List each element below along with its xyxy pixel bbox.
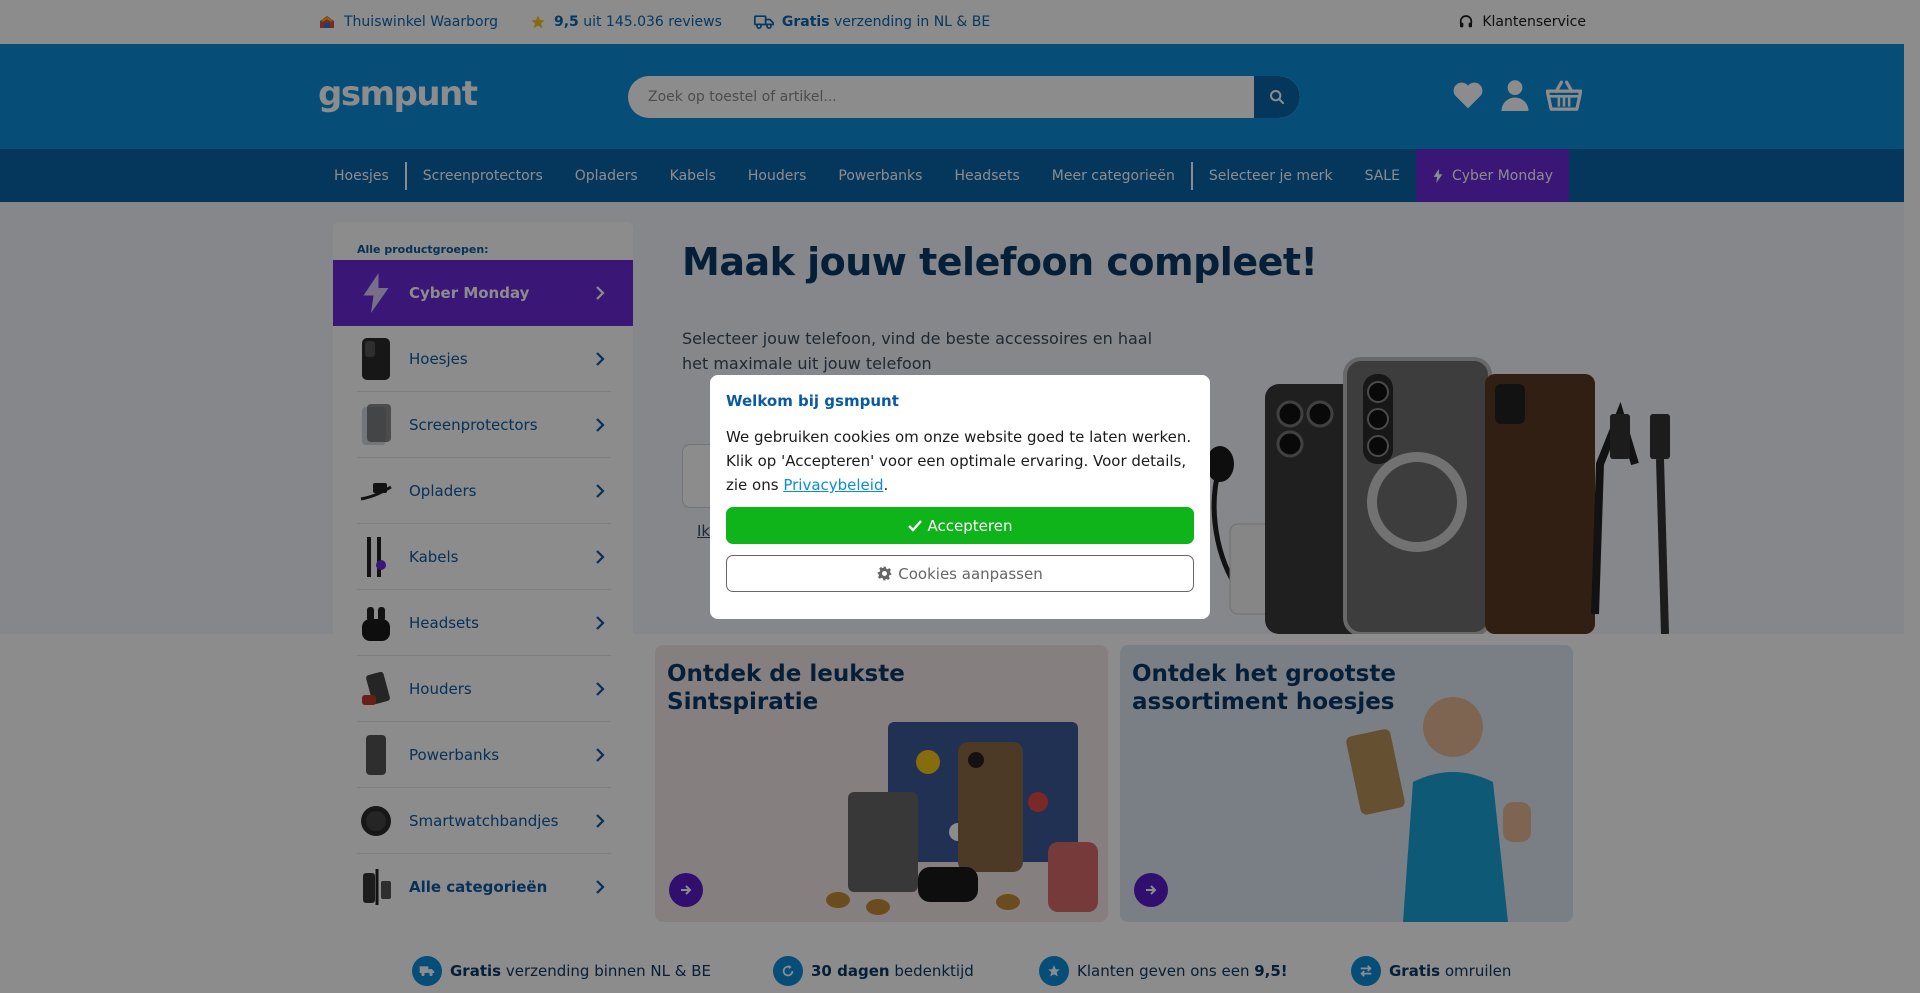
gear-icon bbox=[877, 566, 892, 581]
privacy-policy-link[interactable]: Privacybeleid bbox=[783, 476, 883, 494]
cookie-dialog-title: Welkom bij gsmpunt bbox=[726, 392, 899, 410]
customize-cookies-label: Cookies aanpassen bbox=[898, 564, 1043, 583]
accept-cookies-button[interactable]: Accepteren bbox=[726, 507, 1194, 544]
cookie-dialog-text: We gebruiken cookies om onze website goe… bbox=[726, 425, 1196, 497]
customize-cookies-button[interactable]: Cookies aanpassen bbox=[726, 555, 1194, 592]
cookie-consent-dialog: Welkom bij gsmpunt We gebruiken cookies … bbox=[710, 375, 1210, 619]
accept-cookies-label: Accepteren bbox=[927, 516, 1013, 535]
cookie-dialog-period: . bbox=[883, 476, 889, 494]
check-icon bbox=[907, 519, 922, 532]
